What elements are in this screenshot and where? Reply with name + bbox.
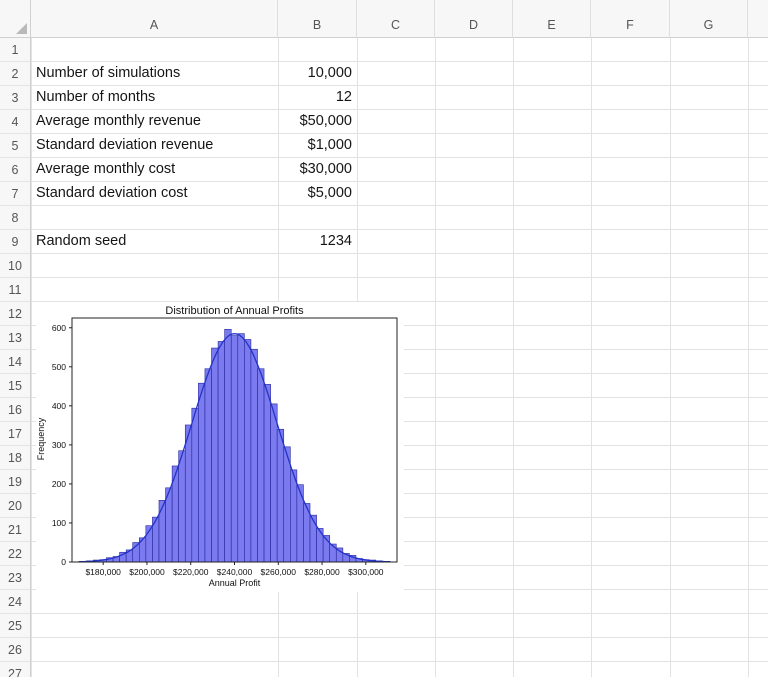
cell-A2[interactable]: Number of simulations [31,62,278,86]
cell-B6[interactable]: $30,000 [278,158,357,182]
y-tick-label: 400 [52,401,66,411]
row-header-4[interactable]: 4 [0,110,30,134]
histogram-bar [184,424,193,563]
chart-x-axis-label: Annual Profit [208,578,261,588]
row-header-21[interactable]: 21 [0,518,30,542]
cell-A7[interactable]: Standard deviation cost [31,182,278,206]
histogram-bar [276,428,285,563]
column-header-B[interactable]: B [278,0,357,38]
column-headers: ABCDEFG [0,0,768,38]
x-tick-label: $180,000 [85,567,121,577]
cell-A3[interactable]: Number of months [31,86,278,110]
histogram-bar [309,514,317,563]
row-header-3[interactable]: 3 [0,86,30,110]
row-header-26[interactable]: 26 [0,638,30,662]
row-header-7[interactable]: 7 [0,182,30,206]
histogram-bar [217,341,225,563]
chart-title: Distribution of Annual Profits [165,305,304,317]
column-header-F[interactable]: F [591,0,670,38]
histogram-bar [224,329,232,563]
cell-A6[interactable]: Average monthly cost [31,158,278,182]
cell-A9[interactable]: Random seed [31,230,278,254]
row-header-23[interactable]: 23 [0,566,30,590]
histogram-bar [178,450,186,563]
embedded-chart[interactable]: $180,000 $200,000 $220,000 $240,000 $260,000… [36,302,404,592]
y-tick-label: 200 [52,479,66,489]
histogram-bar [191,407,199,563]
chart-y-axis-label: Frequency [36,417,46,461]
row-header-17[interactable]: 17 [0,422,30,446]
row-header-5[interactable]: 5 [0,134,30,158]
row-headers: 1 2 3 4 5 6 7 8 9 10 11 12 13 14 15 16 17 18 19 20 21 22 23 24 2… [0,0,31,677]
row-header-25[interactable]: 25 [0,614,30,638]
histogram-bar [158,500,166,563]
row-header-11[interactable]: 11 [0,278,30,302]
histogram-bar [250,348,258,563]
row-header-24[interactable]: 24 [0,590,30,614]
y-tick-label: 600 [52,323,66,333]
cell-B9[interactable]: 1234 [278,230,357,254]
x-tick-label: $280,000 [304,567,340,577]
row-header-9[interactable]: 9 [0,230,30,254]
histogram-bar [263,384,271,563]
row-header-14[interactable]: 14 [0,350,30,374]
select-all-button[interactable] [0,0,31,38]
column-header-G[interactable]: G [670,0,748,38]
cell-B5[interactable]: $1,000 [278,134,357,158]
cell-B4[interactable]: $50,000 [278,110,357,134]
x-tick-label: $240,000 [217,567,253,577]
y-tick-label: 0 [61,557,66,567]
row-header-1[interactable]: 1 [0,38,30,62]
histogram-bar [237,333,245,563]
x-tick-label: $300,000 [348,567,384,577]
chart-plot: $180,000 $200,000 $220,000 $240,000 $260,000… [52,317,398,577]
cell-B2[interactable]: 10,000 [278,62,357,86]
histogram-bar [257,368,265,563]
row-header-16[interactable]: 16 [0,398,30,422]
row-header-22[interactable]: 22 [0,542,30,566]
row-header-8[interactable]: 8 [0,206,30,230]
cell-A4[interactable]: Average monthly revenue [31,110,278,134]
x-tick-label: $260,000 [261,567,297,577]
y-tick-label: 500 [52,362,66,372]
histogram-bar [283,446,291,563]
row-header-10[interactable]: 10 [0,254,30,278]
row-header-19[interactable]: 19 [0,470,30,494]
histogram-bar [211,347,219,563]
row-header-18[interactable]: 18 [0,446,30,470]
histogram-bar [244,339,252,563]
row-header-15[interactable]: 15 [0,374,30,398]
row-header-27[interactable]: 27 [0,662,30,677]
x-tick-label: $200,000 [129,567,165,577]
column-header-E[interactable]: E [513,0,591,38]
row-header-12[interactable]: 12 [0,302,30,326]
column-header-D[interactable]: D [435,0,513,38]
histogram-bars [86,329,383,563]
spreadsheet: Number of simulations 10,000 Number of mon… [0,0,768,677]
row-header-6[interactable]: 6 [0,158,30,182]
select-all-triangle-icon [16,23,27,34]
cell-B7[interactable]: $5,000 [278,182,357,206]
x-tick-label: $220,000 [173,567,209,577]
histogram-bar [270,403,278,563]
y-tick-label: 300 [52,440,66,450]
row-header-13[interactable]: 13 [0,326,30,350]
row-header-2[interactable]: 2 [0,62,30,86]
y-tick-label: 100 [52,518,66,528]
cell-A5[interactable]: Standard deviation revenue [31,134,278,158]
column-header-C[interactable]: C [357,0,435,38]
column-header-A[interactable]: A [31,0,278,38]
histogram-bar [230,335,239,563]
histogram-bar [198,382,206,563]
histogram-bar [290,469,298,563]
row-header-20[interactable]: 20 [0,494,30,518]
histogram-bar [204,368,212,563]
cell-B3[interactable]: 12 [278,86,357,110]
